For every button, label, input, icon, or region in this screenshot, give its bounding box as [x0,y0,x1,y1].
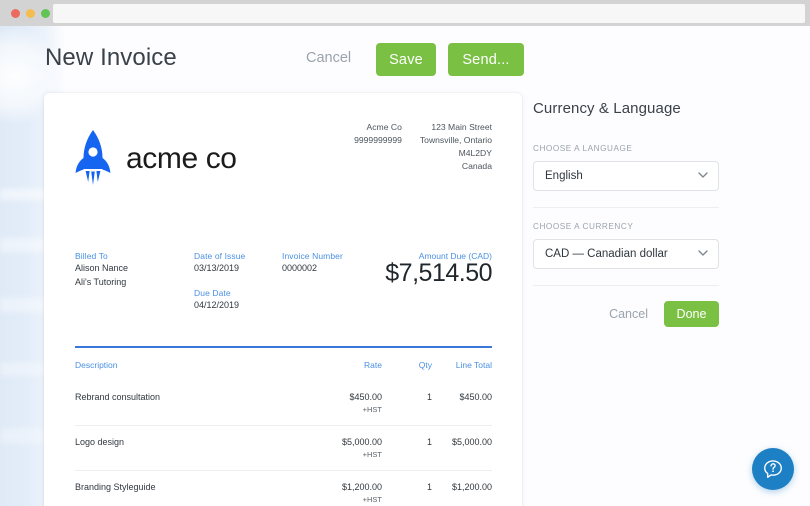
row-rate: $5,000.00 +HST [270,425,382,471]
row-rate: $1,200.00 +HST [270,470,382,506]
amount-due-value: $7,514.50 [385,259,492,287]
language-select[interactable]: English [533,161,719,191]
invoice-number-label: Invoice Number [282,251,343,261]
row-qty: 1 [382,425,432,471]
column-header-rate: Rate [364,360,382,370]
address-line-1: 123 Main Street [431,122,492,132]
invoice-body: acme co Acme Co 9999999999 123 Main Stre… [44,93,522,506]
row-rate-tax: +HST [362,405,382,414]
table-accent-rule [75,346,492,348]
panel-done-button[interactable]: Done [664,301,719,327]
row-line-total: $450.00 [459,392,492,402]
logo-text: acme co [126,142,237,175]
invoice-number-value[interactable]: 0000002 [282,262,317,276]
row-rate-amount: $5,000.00 [341,437,382,447]
currency-language-panel: Currency & Language CHOOSE A LANGUAGE En… [533,100,765,327]
row-qty: 1 [426,392,432,402]
table-header-row: Description Rate Qty Line Total [75,355,492,381]
save-button[interactable]: Save [376,43,436,76]
language-field-label: CHOOSE A LANGUAGE [533,144,633,153]
row-rate: $450.00 +HST [270,381,382,426]
due-date-label: Due Date [194,288,231,298]
company-phone: 9999999999 [354,135,402,146]
table-row[interactable]: Branding Styleguide $1,200.00 +HST 1 $1,… [75,470,492,506]
line-items-table: Description Rate Qty Line Total Rebrand … [75,355,492,506]
row-line-total: $1,200.00 [432,470,492,506]
page-header: New Invoice Cancel Save Send... [0,26,810,92]
date-of-issue-label: Date of Issue [194,251,246,261]
billed-to-name: Alison Nance [75,263,129,273]
help-button[interactable] [752,448,794,490]
row-rate-amount: $450.00 [349,392,382,402]
row-rate-amount: $1,200.00 [341,482,382,492]
row-qty: 1 [382,470,432,506]
invoice-preview-card[interactable]: acme co Acme Co 9999999999 123 Main Stre… [44,93,522,506]
minimize-window-icon[interactable] [26,9,35,18]
row-rate-tax: +HST [362,495,382,504]
row-description: Branding Styleguide [75,470,270,506]
traffic-lights [11,9,50,18]
panel-divider-1 [533,207,719,208]
column-header-description: Description [75,360,118,370]
table-row[interactable]: Logo design $5,000.00 +HST 1 $5,000.00 [75,425,492,471]
row-description: Rebrand consultation [75,392,161,402]
row-line-total: $5,000.00 [432,425,492,471]
address-line-4: Canada [461,161,492,172]
column-header-qty: Qty [418,360,432,370]
column-header-line-total: Line Total [455,360,492,370]
table-row[interactable]: Rebrand consultation $450.00 +HST 1 $450… [75,381,492,426]
panel-divider-2 [533,285,719,286]
row-description: Logo design [75,425,270,471]
rocket-icon [75,130,111,185]
billed-to-label: Billed To [75,251,108,261]
url-bar[interactable] [53,4,805,23]
company-name: Acme Co [366,122,402,132]
language-select-wrapper[interactable]: English [533,161,719,191]
invoice-logo[interactable]: acme co [74,129,237,189]
app-window: New Invoice Cancel Save Send... acme co [0,0,810,506]
currency-field-label: CHOOSE A CURRENCY [533,222,634,231]
company-address: 123 Main Street Townsville, Ontario M4L2… [420,121,492,173]
panel-title: Currency & Language [533,100,681,117]
row-rate-tax: +HST [362,450,382,459]
billed-to-value[interactable]: Alison Nance Ali's Tutoring [75,262,128,289]
address-line-3: M4L2DY [458,148,492,159]
browser-chrome [0,0,810,26]
send-button[interactable]: Send... [448,43,524,76]
currency-select[interactable]: CAD — Canadian dollar [533,239,719,269]
company-address-block: Acme Co 9999999999 123 Main Street Towns… [354,121,492,173]
question-chat-icon [764,460,782,478]
close-window-icon[interactable] [11,9,20,18]
due-date-value[interactable]: 04/12/2019 [194,299,239,313]
panel-cancel-button[interactable]: Cancel [607,303,650,325]
currency-select-wrapper[interactable]: CAD — Canadian dollar [533,239,719,269]
company-identity: Acme Co 9999999999 [354,121,402,173]
billed-to-org: Ali's Tutoring [75,276,127,287]
date-of-issue-value[interactable]: 03/13/2019 [194,262,239,276]
cancel-button[interactable]: Cancel [306,50,351,66]
maximize-window-icon[interactable] [41,9,50,18]
panel-actions: Cancel Done [533,301,719,327]
address-line-2: Townsville, Ontario [419,135,492,146]
page-title: New Invoice [45,44,177,71]
